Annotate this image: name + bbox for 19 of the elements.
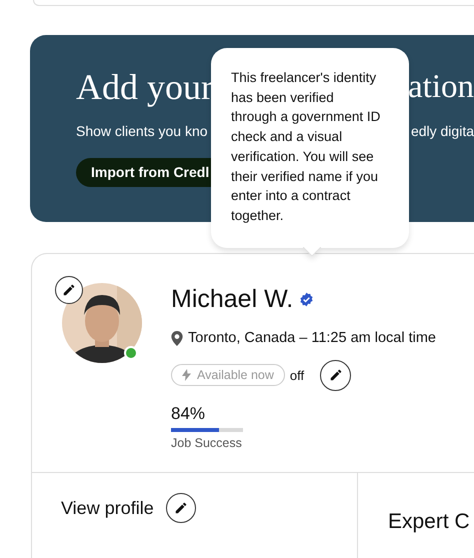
banner-text: edly digita (410, 122, 474, 141)
banner-text: Show clients you kno (76, 122, 208, 141)
availability-status: off (290, 366, 304, 384)
location-text: Toronto, Canada – 11:25 am local time (188, 329, 436, 348)
freelancer-name: Michael W. (171, 284, 294, 314)
job-success-label: Job Success (171, 435, 243, 452)
job-success-value: 84% (171, 402, 206, 425)
lightning-icon (182, 369, 191, 382)
location-pin-icon (171, 331, 183, 346)
edit-button[interactable] (166, 493, 196, 523)
banner-heading: ation (408, 68, 474, 107)
edit-button[interactable] (320, 360, 352, 391)
edit-button[interactable] (55, 276, 83, 304)
banner-heading: Add your (76, 66, 213, 109)
pencil-icon (62, 283, 76, 297)
pencil-icon (174, 501, 188, 515)
pencil-icon (328, 368, 343, 382)
section-heading: View profile (61, 497, 154, 520)
section-heading: Expert C (388, 510, 470, 533)
